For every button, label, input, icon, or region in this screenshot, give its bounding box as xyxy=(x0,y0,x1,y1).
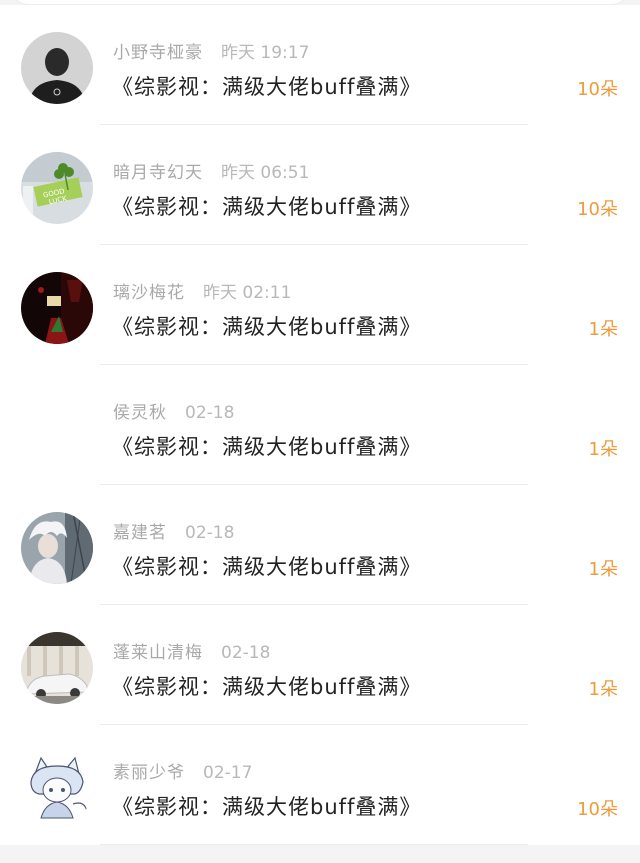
timestamp: 昨天 06:51 xyxy=(221,163,310,183)
user-name[interactable]: 素丽少爷 xyxy=(113,763,185,783)
book-title[interactable]: 《综影视：满级大佬buff叠满》 xyxy=(112,671,421,701)
user-name[interactable]: 侯灵秋 xyxy=(113,403,167,423)
list-item[interactable]: 璃沙梅花 昨天 02:11 《综影视：满级大佬buff叠满》 1朵 xyxy=(0,245,640,365)
gift-amount: 1朵 xyxy=(588,319,618,340)
list-item[interactable]: GOOD LUCK 暗月寺幻天 昨天 06:51 《综影视：满级大佬buff叠满》… xyxy=(0,125,640,245)
book-title[interactable]: 《综影视：满级大佬buff叠满》 xyxy=(112,311,421,341)
user-meta: 侯灵秋 02-18 xyxy=(113,398,235,423)
timestamp: 02-17 xyxy=(203,763,253,783)
list-item[interactable]: 嘉建茗 02-18 《综影视：满级大佬buff叠满》 1朵 xyxy=(0,485,640,605)
divider xyxy=(100,844,528,845)
list-item[interactable]: 侯灵秋 02-18 《综影视：满级大佬buff叠满》 1朵 xyxy=(0,365,640,485)
user-name[interactable]: 嘉建茗 xyxy=(113,523,167,543)
user-meta: 暗月寺幻天 昨天 06:51 xyxy=(113,158,310,183)
blank-avatar[interactable] xyxy=(21,392,93,464)
timestamp: 昨天 19:17 xyxy=(221,43,310,63)
user-meta: 素丽少爷 02-17 xyxy=(113,758,253,783)
gift-amount: 10朵 xyxy=(577,799,618,820)
user-name[interactable]: 暗月寺幻天 xyxy=(113,163,203,183)
book-title[interactable]: 《综影视：满级大佬buff叠满》 xyxy=(112,431,421,461)
dark-red-photo-avatar[interactable] xyxy=(21,272,93,344)
timestamp: 02-18 xyxy=(221,643,271,663)
white-hair-figure-avatar[interactable] xyxy=(21,512,93,584)
anime-cat-girl-avatar[interactable] xyxy=(21,752,93,824)
user-name[interactable]: 璃沙梅花 xyxy=(113,283,185,303)
clover-good-luck-avatar[interactable]: GOOD LUCK xyxy=(21,152,93,224)
gift-amount: 10朵 xyxy=(577,79,618,100)
user-meta: 小野寺桠豪 昨天 19:17 xyxy=(113,38,310,63)
user-meta: 嘉建茗 02-18 xyxy=(113,518,235,543)
white-car-avatar[interactable] xyxy=(21,632,93,704)
user-meta: 蓬莱山清梅 02-18 xyxy=(113,638,271,663)
gift-amount: 10朵 xyxy=(577,199,618,220)
timestamp: 02-18 xyxy=(185,403,235,423)
book-title[interactable]: 《综影视：满级大佬buff叠满》 xyxy=(112,191,421,221)
timestamp: 02-18 xyxy=(185,523,235,543)
list-item[interactable]: 素丽少爷 02-17 《综影视：满级大佬buff叠满》 10朵 xyxy=(0,725,640,845)
user-name[interactable]: 小野寺桠豪 xyxy=(113,43,203,63)
list-item[interactable]: 蓬莱山清梅 02-18 《综影视：满级大佬buff叠满》 1朵 xyxy=(0,605,640,725)
book-title[interactable]: 《综影视：满级大佬buff叠满》 xyxy=(112,551,421,581)
user-name[interactable]: 蓬莱山清梅 xyxy=(113,643,203,663)
book-title[interactable]: 《综影视：满级大佬buff叠满》 xyxy=(112,71,421,101)
book-title[interactable]: 《综影视：满级大佬buff叠满》 xyxy=(112,791,421,821)
list-item[interactable]: 小野寺桠豪 昨天 19:17 《综影视：满级大佬buff叠满》 10朵 xyxy=(0,5,640,125)
gift-amount: 1朵 xyxy=(588,679,618,700)
dark-silhouette-avatar[interactable] xyxy=(21,32,93,104)
user-meta: 璃沙梅花 昨天 02:11 xyxy=(113,278,292,303)
timestamp: 昨天 02:11 xyxy=(203,283,292,303)
gift-amount: 1朵 xyxy=(588,439,618,460)
card-top-edge xyxy=(14,0,626,4)
gift-record-list: 小野寺桠豪 昨天 19:17 《综影视：满级大佬buff叠满》 10朵 GOOD … xyxy=(0,0,640,863)
gift-amount: 1朵 xyxy=(588,559,618,580)
